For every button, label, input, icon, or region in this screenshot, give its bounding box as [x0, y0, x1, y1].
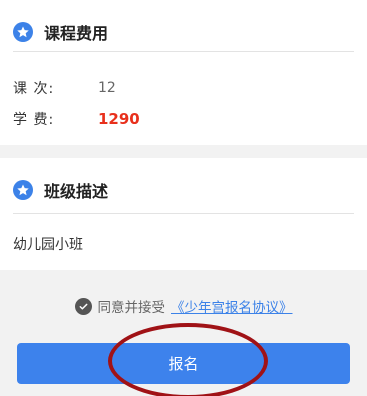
enroll-button-label: 报名 — [168, 355, 199, 373]
lesson-count-label: 课 次: — [13, 81, 55, 97]
enroll-button[interactable]: 报名 — [17, 343, 350, 384]
star-icon — [13, 21, 33, 42]
description-card-header: 班级描述 — [13, 166, 354, 214]
agreement-row: 同意并接受 《少年宫报名协议》 — [0, 296, 367, 316]
agreement-text: 同意并接受 — [97, 300, 166, 316]
check-circle-icon[interactable] — [74, 297, 92, 315]
tuition-row: 学 费: 1290 — [13, 109, 140, 129]
tuition-label: 学 费: — [13, 112, 55, 128]
lesson-count-row: 课 次: 12 — [13, 78, 116, 98]
description-card-title: 班级描述 — [44, 181, 109, 201]
fee-card: 课程费用 课 次: 12 学 费: 1290 — [0, 0, 367, 145]
fee-card-title: 课程费用 — [44, 23, 109, 43]
agreement-link[interactable]: 《少年宫报名协议》 — [171, 296, 293, 316]
star-icon — [13, 179, 33, 200]
class-description-text: 幼儿园小班 — [13, 237, 83, 253]
lesson-count-value: 12 — [98, 80, 116, 96]
fee-card-header: 课程费用 — [13, 12, 354, 52]
tuition-value: 1290 — [98, 110, 140, 128]
